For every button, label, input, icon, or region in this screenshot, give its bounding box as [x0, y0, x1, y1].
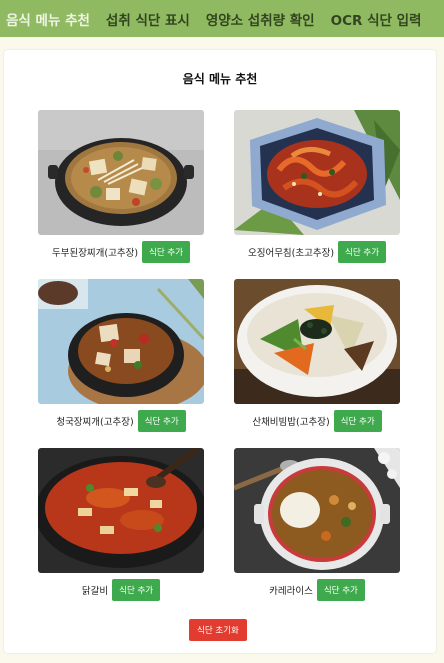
add-to-diet-button[interactable]: 식단 추가	[142, 241, 191, 263]
food-item: 닭갈비 식단 추가	[38, 448, 204, 601]
food-name: 카레라이스	[269, 586, 313, 597]
add-to-diet-button[interactable]: 식단 추가	[338, 241, 387, 263]
food-item: 오징어무침(초고추장) 식단 추가	[234, 110, 400, 263]
tab-ocr-diet-input[interactable]: OCR 식단 입력	[325, 9, 422, 29]
food-name: 오징어무침(초고추장)	[247, 248, 335, 259]
food-item: 카레라이스 식단 추가	[234, 448, 400, 601]
food-caption: 청국장찌개(고추장) 식단 추가	[38, 410, 204, 432]
food-caption: 닭갈비 식단 추가	[38, 579, 204, 601]
food-name: 두부된장찌개(고추장)	[51, 248, 139, 259]
food-name: 닭갈비	[81, 586, 109, 597]
dakgalbi-photo	[38, 448, 204, 573]
reset-diet-button[interactable]: 식단 초기화	[189, 619, 247, 641]
tab-intake-diet-display[interactable]: 섭취 식단 표시	[100, 9, 190, 29]
page-title: 음식 메뉴 추천	[182, 72, 258, 86]
food-item: 산채비빔밥(고추장) 식단 추가	[234, 279, 400, 432]
tab-nutrient-intake-check[interactable]: 영양소 섭취량 확인	[200, 9, 315, 29]
squid-salad-photo	[234, 110, 400, 235]
add-to-diet-button[interactable]: 식단 추가	[316, 579, 365, 601]
food-caption: 두부된장찌개(고추장) 식단 추가	[38, 241, 204, 263]
food-item: 청국장찌개(고추장) 식단 추가	[38, 279, 204, 432]
food-caption: 산채비빔밥(고추장) 식단 추가	[234, 410, 400, 432]
food-item: 두부된장찌개(고추장) 식단 추가	[38, 110, 204, 263]
top-nav-bar: 음식 메뉴 추천 섭취 식단 표시 영양소 섭취량 확인 OCR 식단 입력	[0, 0, 444, 37]
tab-food-menu-recommend[interactable]: 음식 메뉴 추천	[0, 9, 90, 29]
food-caption: 카레라이스 식단 추가	[234, 579, 400, 601]
bibimbap-photo	[234, 279, 400, 404]
add-to-diet-button[interactable]: 식단 추가	[137, 410, 186, 432]
recommend-card: 음식 메뉴 추천 두부된장찌개(고추장) 식단 추가 오징어무침(초고추장) 식…	[4, 50, 436, 653]
food-caption: 오징어무침(초고추장) 식단 추가	[234, 241, 400, 263]
food-name: 청국장찌개(고추장)	[56, 417, 134, 428]
add-to-diet-button[interactable]: 식단 추가	[333, 410, 382, 432]
food-name: 산채비빔밥(고추장)	[252, 417, 330, 428]
add-to-diet-button[interactable]: 식단 추가	[112, 579, 161, 601]
stew-photo	[38, 279, 204, 404]
curry-rice-photo	[234, 448, 400, 573]
stew-photo	[38, 110, 204, 235]
